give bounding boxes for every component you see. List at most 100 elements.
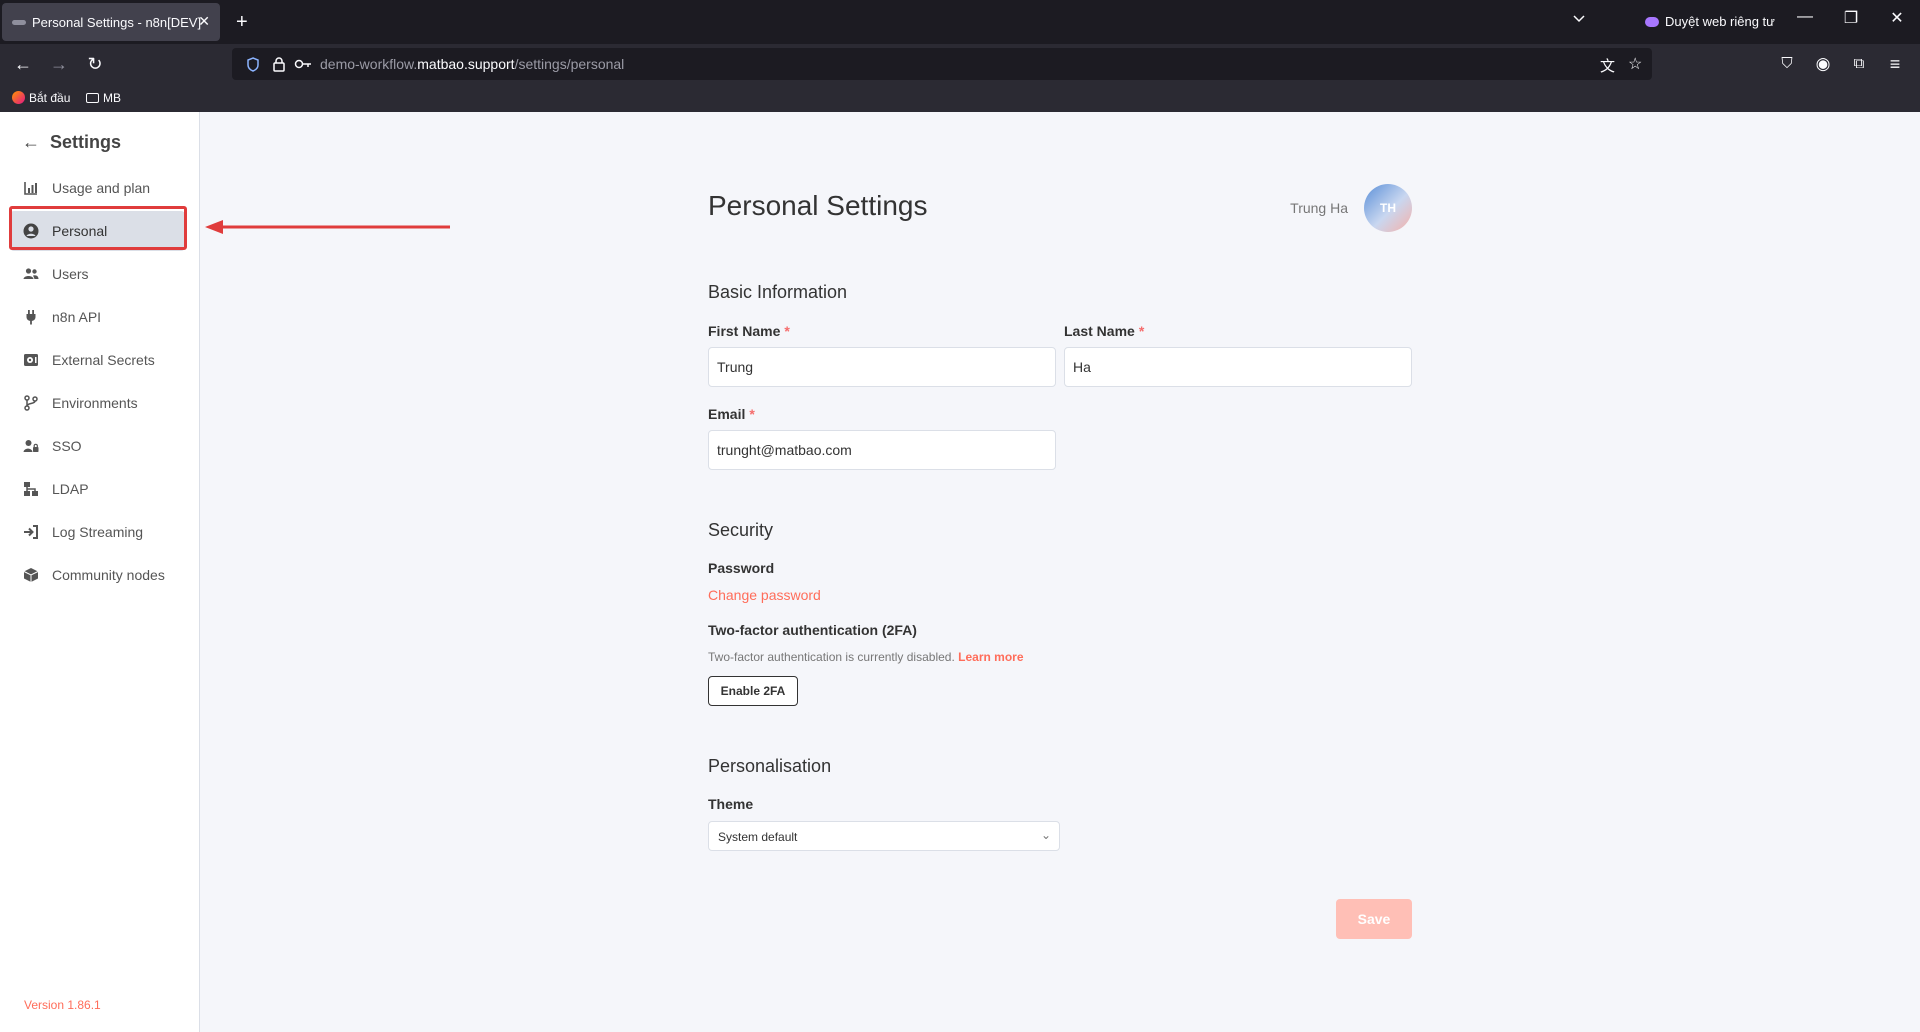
lock-icon[interactable] (272, 56, 286, 72)
new-tab-button[interactable]: + (236, 9, 248, 35)
sidebar-item-label: Environments (52, 395, 138, 411)
theme-label: Theme (708, 796, 754, 812)
first-name-label-text: First Name (708, 323, 781, 339)
private-mask-icon (1645, 17, 1659, 27)
twofa-label: Two-factor authentication (2FA) (708, 622, 917, 638)
back-icon[interactable]: ← (12, 53, 34, 75)
plug-icon (26, 310, 36, 325)
extensions-icon[interactable]: ⧉ (1848, 53, 1870, 75)
bookmark-folder-mb[interactable]: MB (86, 91, 121, 105)
vault-icon (24, 354, 38, 366)
n8n-favicon-icon (12, 20, 26, 25)
version-label: Version 1.86.1 (24, 998, 101, 1012)
forward-icon[interactable]: → (48, 53, 70, 75)
branch-icon (24, 395, 38, 411)
close-tab-icon[interactable]: ✕ (198, 13, 210, 30)
sidebar-item-sso[interactable]: SSO (10, 426, 185, 466)
cube-icon (23, 568, 39, 582)
url-host-domain: matbao.support (417, 56, 515, 72)
last-name-input[interactable] (1064, 347, 1412, 387)
sidebar-item-usage-and-plan[interactable]: Usage and plan (10, 168, 185, 208)
private-browsing-indicator: Duyệt web riêng tư (1645, 14, 1775, 29)
last-name-label-text: Last Name (1064, 323, 1135, 339)
url-host-prefix: demo-workflow. (320, 56, 418, 72)
account-icon[interactable]: ◉ (1812, 53, 1834, 75)
basic-information-heading: Basic Information (708, 282, 848, 302)
sidebar-item-external-secrets[interactable]: External Secrets (10, 340, 185, 380)
sidebar-item-label: Users (52, 266, 89, 282)
password-label: Password (708, 560, 775, 576)
email-label: Email * (708, 406, 755, 422)
sign-in-icon (24, 525, 38, 539)
shield-icon[interactable] (246, 57, 260, 72)
sidebar-item-community-nodes[interactable]: Community nodes (10, 555, 185, 595)
sidebar-item-label: Community nodes (52, 567, 165, 583)
required-mark: * (784, 323, 790, 339)
key-icon[interactable] (294, 58, 312, 70)
bookmark-mb-label: MB (103, 91, 121, 105)
settings-sidebar: ← Settings Usage and plan Personal Users … (0, 112, 200, 1032)
sidebar-title: Settings (50, 132, 122, 152)
enable-2fa-button[interactable]: Enable 2FA (708, 676, 798, 706)
change-password-link[interactable]: Change password (708, 587, 821, 603)
bookmarks-bar: Bắt đầu MB (0, 84, 1920, 112)
twofa-hint-text: Two-factor authentication is currently d… (708, 650, 955, 664)
save-button[interactable]: Save (1336, 899, 1412, 939)
bookmark-star-icon[interactable]: ☆ (1628, 54, 1642, 74)
required-mark: * (1138, 323, 1145, 339)
avatar: TH (1364, 184, 1412, 232)
required-mark: * (749, 406, 755, 422)
tab-title: Personal Settings - n8n[DEV] (32, 15, 202, 30)
firefox-icon (12, 91, 25, 104)
theme-select[interactable]: System default ⌄ (708, 821, 1060, 851)
sidebar-item-environments[interactable]: Environments (10, 383, 185, 423)
theme-select-value: System default (718, 830, 798, 844)
url-bar[interactable]: demo-workflow.matbao.support/settings/pe… (232, 48, 1652, 80)
private-browsing-label: Duyệt web riêng tư (1665, 14, 1775, 29)
sidebar-header[interactable]: ← Settings (22, 132, 121, 153)
sidebar-item-label: SSO (52, 438, 82, 454)
bookmark-start-label: Bắt đầu (29, 91, 71, 105)
personalisation-heading: Personalisation (708, 756, 832, 776)
back-arrow-icon[interactable]: ← (22, 132, 40, 153)
first-name-label: First Name * (708, 323, 790, 339)
browser-nav-bar: ← → ↻ demo-workflow.matbao.support/setti… (0, 44, 1920, 84)
annotation-arrow-icon (205, 220, 450, 234)
sidebar-item-label: Log Streaming (52, 524, 144, 540)
bookmark-start[interactable]: Bắt đầu (12, 91, 70, 105)
url-text[interactable]: demo-workflow.matbao.support/settings/pe… (320, 56, 624, 72)
restore-icon[interactable]: ❐ (1836, 8, 1866, 28)
security-heading: Security (708, 520, 774, 540)
sidebar-item-log-streaming[interactable]: Log Streaming (10, 512, 185, 552)
menu-icon[interactable]: ≡ (1884, 53, 1906, 75)
user-lock-icon (23, 440, 39, 452)
page-title: Personal Settings (708, 190, 928, 221)
user-name: Trung Ha (1290, 200, 1348, 216)
last-name-label: Last Name * (1064, 323, 1144, 339)
learn-more-link[interactable]: Learn more (958, 650, 1023, 664)
list-tabs-icon[interactable] (1572, 12, 1586, 26)
translate-icon[interactable]: 文 (1600, 55, 1615, 76)
sidebar-item-n8n-api[interactable]: n8n API (10, 297, 185, 337)
pocket-icon[interactable]: ⛉ (1776, 53, 1798, 75)
chart-icon (24, 182, 37, 195)
sidebar-item-label: n8n API (52, 309, 102, 325)
chevron-down-icon: ⌄ (1040, 828, 1051, 842)
twofa-hint: Two-factor authentication is currently d… (708, 650, 1024, 664)
sidebar-item-label: External Secrets (52, 352, 155, 368)
browser-tab[interactable]: Personal Settings - n8n[DEV] ✕ (2, 3, 220, 41)
users-icon (23, 268, 39, 279)
first-name-input[interactable] (708, 347, 1056, 387)
close-window-icon[interactable]: ✕ (1882, 8, 1912, 28)
folder-icon (86, 93, 99, 103)
sidebar-item-users[interactable]: Users (10, 254, 185, 294)
sidebar-item-label: Usage and plan (52, 180, 151, 196)
browser-tab-bar: Personal Settings - n8n[DEV] ✕ + Duyệt w… (0, 0, 1920, 44)
sidebar-item-ldap[interactable]: LDAP (10, 469, 185, 509)
email-field[interactable] (708, 430, 1056, 470)
reload-icon[interactable]: ↻ (84, 53, 106, 75)
network-icon (24, 482, 38, 496)
url-path: /settings/personal (514, 56, 625, 72)
minimize-icon[interactable]: — (1790, 8, 1820, 26)
email-label-text: Email (708, 406, 746, 422)
